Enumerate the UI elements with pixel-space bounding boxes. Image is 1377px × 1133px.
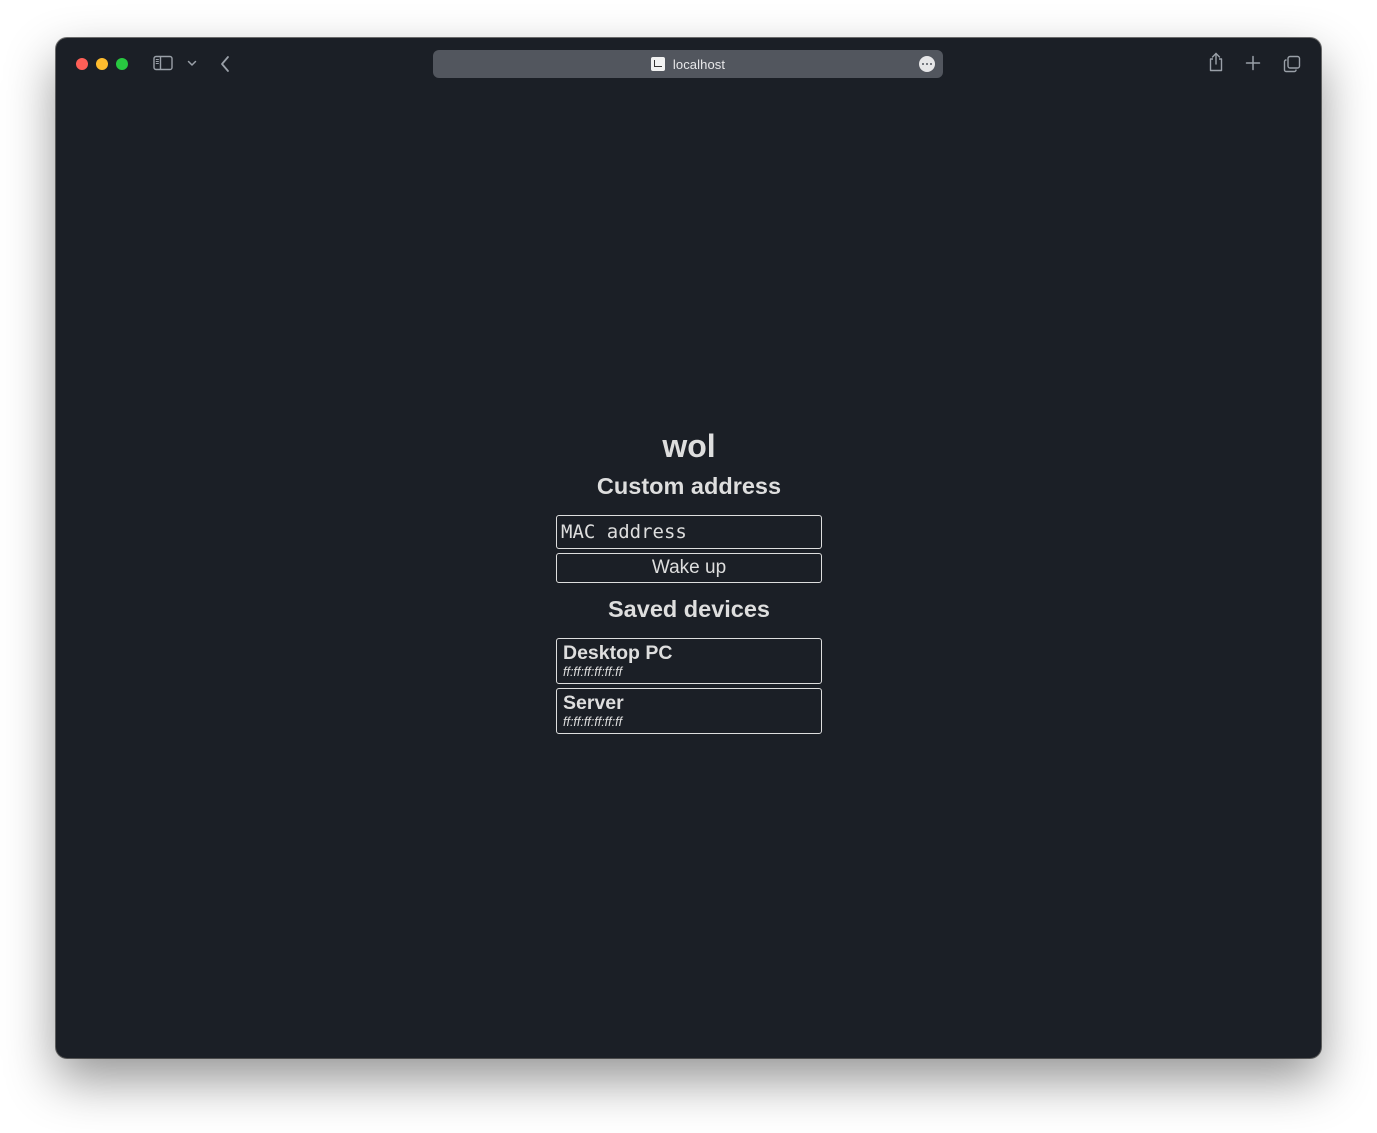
close-window-button[interactable]: [76, 58, 88, 70]
share-icon[interactable]: [1208, 52, 1224, 72]
back-arrow-icon[interactable]: [219, 55, 231, 73]
browser-toolbar: localhost: [56, 38, 1321, 90]
device-mac: ff:ff:ff:ff:ff:ff: [563, 715, 623, 729]
device-name: Desktop PC: [563, 642, 673, 664]
minimize-window-button[interactable]: [96, 58, 108, 70]
wol-app: wol Custom address Wake up Saved devices…: [556, 420, 822, 734]
device-mac: ff:ff:ff:ff:ff:ff: [563, 665, 623, 679]
mac-address-input[interactable]: [556, 515, 822, 549]
device-item-server[interactable]: Server ff:ff:ff:ff:ff:ff: [556, 688, 822, 734]
page-content: wol Custom address Wake up Saved devices…: [56, 90, 1321, 1058]
new-tab-icon[interactable]: [1245, 55, 1261, 71]
wake-up-button[interactable]: Wake up: [556, 553, 822, 583]
address-bar[interactable]: localhost: [433, 50, 943, 78]
device-name: Server: [563, 692, 624, 714]
chevron-down-icon[interactable]: [187, 60, 197, 67]
maximize-window-button[interactable]: [116, 58, 128, 70]
tab-overview-icon[interactable]: [1283, 55, 1301, 73]
url-text: localhost: [672, 56, 726, 72]
site-favicon-icon: [650, 57, 665, 71]
custom-address-heading: Custom address: [596, 473, 782, 499]
browser-window: localhost wol Custom address MAC address…: [56, 38, 1321, 1058]
app-title: wol: [662, 428, 716, 464]
saved-devices-heading: Saved devices: [608, 596, 770, 622]
more-options-icon[interactable]: [919, 56, 935, 72]
sidebar-toggle-icon[interactable]: [153, 55, 173, 71]
saved-devices-list: Desktop PC ff:ff:ff:ff:ff:ff Server ff:f…: [556, 638, 822, 734]
device-item-desktop-pc[interactable]: Desktop PC ff:ff:ff:ff:ff:ff: [556, 638, 822, 684]
